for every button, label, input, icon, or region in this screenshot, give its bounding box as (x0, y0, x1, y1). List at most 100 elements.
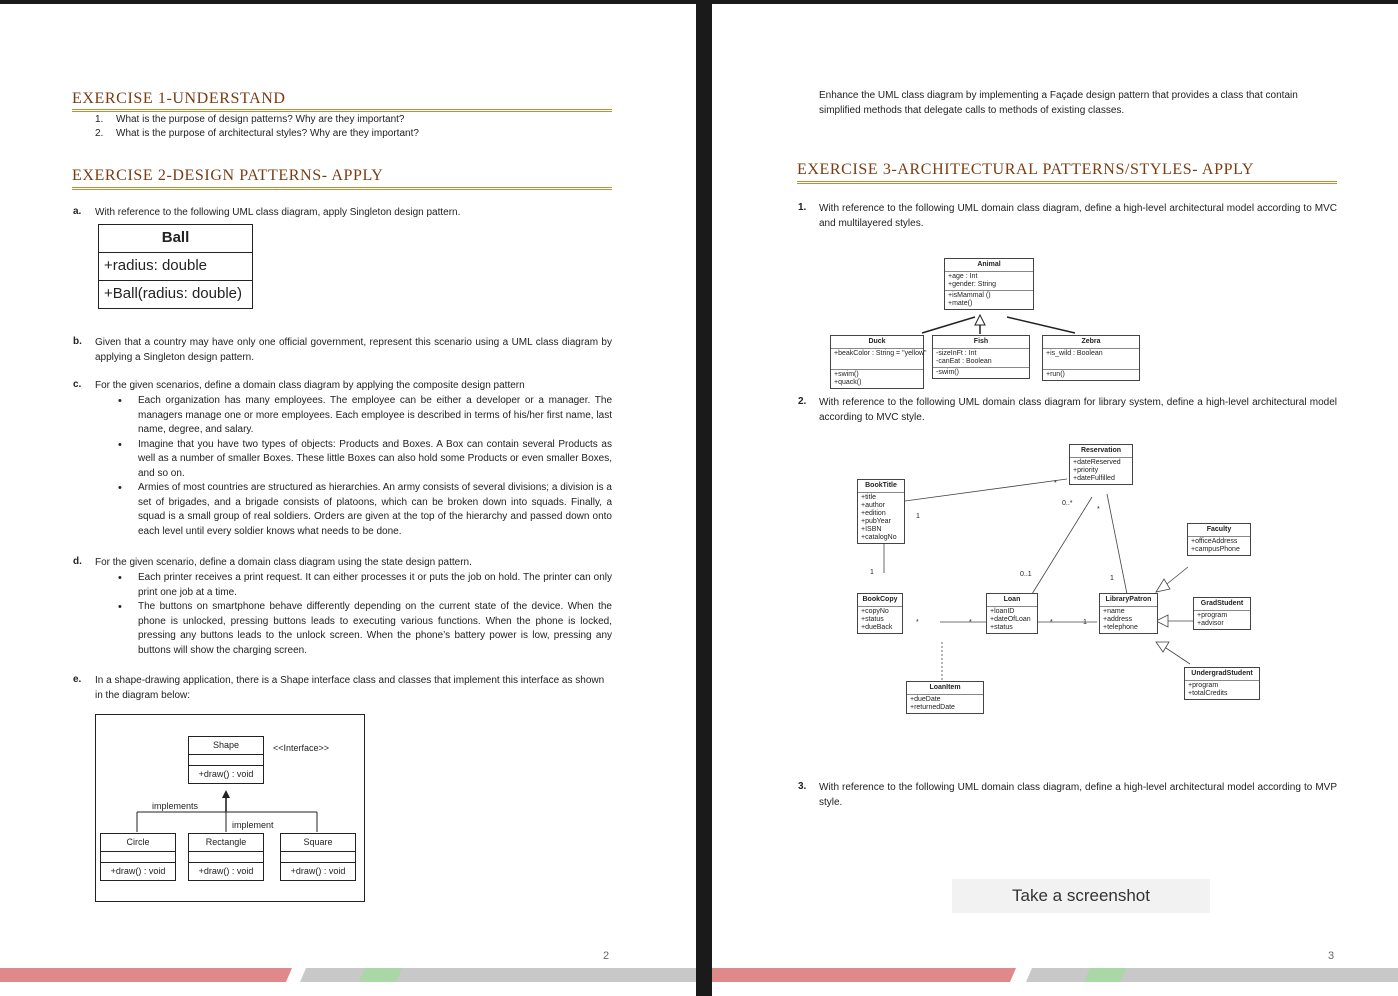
multiplicity-label: 1 (1083, 619, 1087, 626)
circle-empty-compartment (101, 852, 175, 863)
class-name: BookTitle (858, 480, 904, 493)
item-text: What is the purpose of design patterns? … (116, 114, 405, 125)
undergradstudent-class-box: UndergradStudent +program +totalCredits (1184, 667, 1260, 700)
item-c-text: For the given scenarios, define a domain… (95, 380, 525, 391)
item-number: 1. (95, 114, 104, 125)
q2-text: With reference to the following UML doma… (819, 397, 1337, 423)
class-name: LibraryPatron (1100, 594, 1157, 607)
ball-class-method: +Ball(radius: double) (104, 285, 242, 302)
library-patron-class-box: LibraryPatron +name +address +telephone (1099, 593, 1158, 634)
implements-label: implements (152, 801, 199, 811)
list-item: Each organization has many employees. Th… (118, 394, 612, 438)
rectangle-class-box: Rectangle +draw() : void (188, 833, 264, 881)
item-d-bullet-list: Each printer receives a print request. I… (118, 571, 612, 658)
q1-text: With reference to the following UML doma… (819, 203, 1337, 229)
class-attributes: +officeAddress +campusPhone (1191, 538, 1240, 553)
rectangle-empty-compartment (189, 852, 263, 863)
item-label-d: d. (73, 556, 82, 567)
item-number: 2. (95, 128, 104, 139)
list-item: The buttons on smartphone behave differe… (118, 600, 612, 658)
circle-class-method: +draw() : void (110, 866, 166, 876)
q1-number: 1. (798, 202, 807, 213)
heading-rule (72, 187, 612, 190)
ball-class-attribute: +radius: double (99, 253, 252, 281)
item-d-text: For the given scenario, define a domain … (95, 557, 472, 568)
ex1-item-1: 1. What is the purpose of design patterns… (95, 113, 405, 128)
animal-class-box: Animal +age : Int +gender: String +isMam… (944, 258, 1034, 310)
implement-label: implement (232, 820, 274, 830)
class-attributes: +program +advisor (1197, 612, 1228, 627)
class-methods: +run() (1046, 371, 1065, 378)
multiplicity-label: 0..* (1062, 500, 1073, 507)
multiplicity-label: * (1050, 619, 1053, 626)
class-name: Fish (933, 336, 1029, 349)
class-attributes: +copyNo +status +dueBack (861, 608, 893, 631)
exercise-3-heading: EXERCISE 3-ARCHITECTURAL PATTERNS/STYLES… (797, 161, 1255, 178)
class-name: UndergradStudent (1185, 668, 1259, 681)
class-attributes: -sizeInFt : Int -canEat : Boolean (933, 349, 1029, 368)
multiplicity-label: 1 (916, 513, 920, 520)
list-item: Armies of most countries are structured … (118, 481, 612, 539)
class-attributes: +is_wild : Boolean (1043, 349, 1139, 370)
item-a-text: With reference to the following UML clas… (95, 207, 461, 218)
shape-empty-compartment (189, 755, 263, 766)
class-attributes: +dateReserved +priority +dateFulfilled (1073, 459, 1121, 482)
q3-text: With reference to the following UML doma… (819, 782, 1337, 808)
circle-class-box: Circle +draw() : void (100, 833, 176, 881)
exercise-1-heading: EXERCISE 1-UNDERSTAND (72, 90, 286, 107)
class-name: Animal (945, 259, 1033, 272)
multiplicity-label: 0..1 (1020, 571, 1032, 578)
rectangle-class-name: Rectangle (189, 834, 263, 852)
class-name: Zebra (1043, 336, 1139, 349)
heading-rule (72, 109, 612, 112)
duck-class-box: Duck +beakColor : String = "yellow" +swi… (830, 335, 927, 389)
item-label-c: c. (73, 379, 82, 390)
multiplicity-label: 1 (1110, 575, 1114, 582)
class-methods: +isMammal () +mate() (948, 292, 991, 307)
item-text: What is the purpose of architectural sty… (116, 128, 419, 139)
footer-stripe (0, 968, 696, 982)
class-name: Reservation (1070, 445, 1132, 458)
document-page-3: Enhance the UML class diagram by impleme… (712, 4, 1398, 996)
multiplicity-label: 1 (870, 569, 874, 576)
class-attributes: +title +author +edition +pubYear +ISBN +… (861, 494, 897, 541)
loanitem-class-box: LoanItem +dueDate +returnedDate (906, 681, 984, 714)
multiplicity-label: * (1054, 480, 1057, 487)
heading-rule (797, 181, 1337, 184)
document-page-2: EXERCISE 1-UNDERSTAND 1. What is the purp… (0, 4, 696, 996)
class-attributes: +loanID +dateOfLoan +status (990, 608, 1031, 631)
square-class-method: +draw() : void (290, 866, 346, 876)
q2-number: 2. (798, 396, 807, 407)
shape-interface-box: Shape +draw() : void (188, 736, 264, 784)
gradstudent-class-box: GradStudent +program +advisor (1193, 597, 1251, 630)
ball-class-name: Ball (99, 225, 252, 253)
class-name: Faculty (1188, 524, 1250, 537)
shape-class-name: Shape (189, 737, 263, 755)
multiplicity-label: * (916, 619, 919, 626)
square-class-box: Square +draw() : void (280, 833, 356, 881)
interface-stereotype: <<Interface>> (273, 743, 330, 753)
page-number: 3 (1328, 950, 1335, 962)
class-name: Loan (987, 594, 1037, 607)
take-screenshot-button[interactable]: Take a screenshot (952, 879, 1210, 913)
ex1-item-2: 2. What is the purpose of architectural s… (95, 127, 419, 142)
list-item: Imagine that you have two types of objec… (118, 438, 612, 482)
item-label-b: b. (73, 336, 82, 347)
exercise-2-heading: EXERCISE 2-DESIGN PATTERNS- APPLY (72, 167, 384, 184)
fish-class-box: Fish -sizeInFt : Int -canEat : Boolean -… (932, 335, 1030, 379)
footer-stripe (712, 968, 1398, 982)
class-attributes: +program +totalCredits (1188, 682, 1228, 697)
square-empty-compartment (281, 852, 355, 863)
circle-class-name: Circle (101, 834, 175, 852)
bookcopy-class-box: BookCopy +copyNo +status +dueBack (857, 593, 903, 634)
class-attributes: +age : Int +gender: String (945, 272, 1033, 291)
class-attributes: +beakColor : String = "yellow" (831, 349, 927, 370)
class-methods: +swim() +quack() (834, 371, 862, 386)
shape-class-method: +draw() : void (198, 769, 254, 779)
item-label-a: a. (73, 206, 82, 217)
list-item: Each printer receives a print request. I… (118, 571, 612, 600)
class-methods: -swim() (936, 369, 959, 376)
q3-number: 3. (798, 781, 807, 792)
loan-class-box: Loan +loanID +dateOfLoan +status (986, 593, 1038, 634)
item-c-bullet-list: Each organization has many employees. Th… (118, 394, 612, 539)
